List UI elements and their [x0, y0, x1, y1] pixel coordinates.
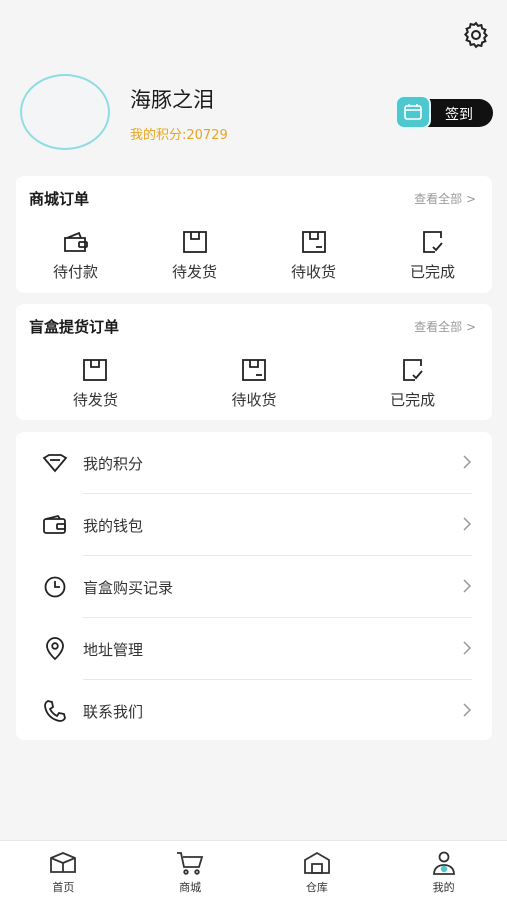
tab-mall[interactable]: 商城 [127, 841, 254, 900]
blindbox-orders-view-all[interactable]: 查看全部 > [414, 318, 476, 335]
order-label: 待发货 [171, 263, 217, 281]
box-receive-icon [175, 356, 334, 384]
tab-label: 仓库 [305, 881, 328, 894]
wallet-icon [16, 228, 135, 256]
mall-orders-title: 商城订单 [29, 190, 90, 208]
menu-item-contact[interactable]: 联系我们 [16, 680, 492, 742]
done-doc-icon [373, 228, 492, 256]
avatar[interactable] [20, 74, 110, 150]
box-receive-icon [254, 228, 373, 256]
menu-item-label: 地址管理 [83, 641, 144, 659]
order-completed[interactable]: 已完成 [373, 228, 492, 282]
menu-item-purchase-history[interactable]: 盲盒购买记录 [16, 556, 492, 618]
blindbox-completed[interactable]: 已完成 [333, 356, 492, 410]
sign-in-label: 签到 [445, 107, 473, 123]
order-label: 已完成 [390, 391, 436, 409]
username: 海豚之泪 [130, 88, 214, 112]
order-pending-payment[interactable]: 待付款 [16, 228, 135, 282]
user-icon [380, 849, 507, 877]
tab-home[interactable]: 首页 [0, 841, 127, 900]
location-icon [42, 637, 68, 661]
cart-icon [127, 849, 254, 877]
menu-item-label: 我的钱包 [83, 517, 144, 535]
blindbox-orders-title: 盲盒提货订单 [29, 318, 120, 336]
box-icon [16, 356, 175, 384]
box-home-icon [0, 849, 127, 877]
order-label: 待收货 [231, 391, 277, 409]
clock-icon [42, 575, 68, 599]
bottom-tab-bar: 首页 商城 仓库 我的 [0, 840, 507, 900]
tab-label: 首页 [52, 881, 75, 894]
menu-item-points[interactable]: 我的积分 [16, 432, 492, 494]
menu-item-address[interactable]: 地址管理 [16, 618, 492, 680]
diamond-icon [42, 451, 68, 475]
order-label: 待收货 [290, 263, 336, 281]
calendar-icon [395, 95, 431, 129]
blindbox-pending-receipt[interactable]: 待收货 [175, 356, 334, 410]
gear-icon [463, 21, 489, 49]
tab-me[interactable]: 我的 [380, 841, 507, 900]
order-label: 待付款 [52, 263, 98, 281]
tab-label: 我的 [432, 881, 455, 894]
done-doc-icon [333, 356, 492, 384]
chevron-right-icon [463, 703, 472, 717]
mall-orders-card: 商城订单 查看全部 > 待付款 待发货 待收货 已完成 [16, 176, 492, 293]
settings-button[interactable] [461, 20, 491, 50]
chevron-right-icon [463, 455, 472, 469]
tab-label: 商城 [179, 881, 202, 894]
warehouse-icon [254, 849, 381, 877]
menu-item-label: 联系我们 [83, 703, 144, 721]
blindbox-orders-card: 盲盒提货订单 查看全部 > 待发货 待收货 已完成 [16, 304, 492, 420]
menu-item-wallet[interactable]: 我的钱包 [16, 494, 492, 556]
mall-orders-view-all[interactable]: 查看全部 > [414, 190, 476, 207]
order-pending-receipt[interactable]: 待收货 [254, 228, 373, 282]
box-icon [135, 228, 254, 256]
menu-item-label: 盲盒购买记录 [83, 579, 174, 597]
order-label: 已完成 [409, 263, 455, 281]
chevron-right-icon [463, 641, 472, 655]
order-pending-shipment[interactable]: 待发货 [135, 228, 254, 282]
wallet-icon [42, 513, 68, 537]
chevron-right-icon [463, 579, 472, 593]
order-label: 待发货 [72, 391, 118, 409]
points-label[interactable]: 我的积分:20729 [130, 124, 228, 143]
chevron-right-icon [463, 517, 472, 531]
menu-list: 我的积分 我的钱包 盲盒购买记录 地址管理 联系我们 [16, 432, 492, 740]
tab-warehouse[interactable]: 仓库 [254, 841, 381, 900]
phone-icon [42, 699, 68, 723]
menu-item-label: 我的积分 [83, 455, 144, 473]
sign-in-button[interactable]: 签到 [395, 95, 493, 129]
blindbox-pending-shipment[interactable]: 待发货 [16, 356, 175, 410]
